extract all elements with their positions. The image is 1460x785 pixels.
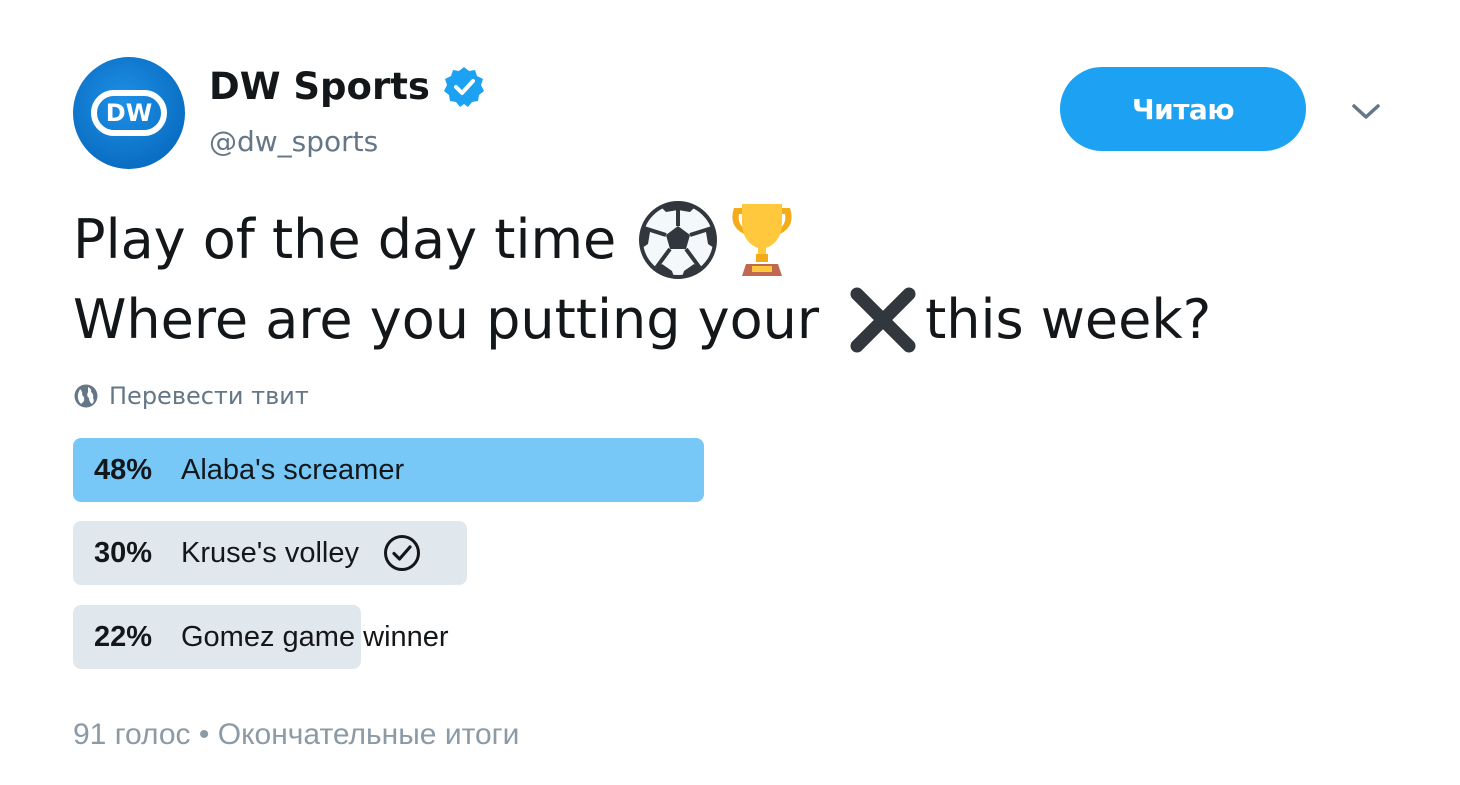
tweet-line-2: Where are you putting your this week? bbox=[73, 280, 1393, 360]
poll-option-percent: 48% bbox=[94, 453, 153, 486]
follow-button[interactable]: Читаю bbox=[1060, 67, 1306, 151]
poll-option-percent: 22% bbox=[94, 620, 153, 653]
translate-label: Перевести твит bbox=[109, 382, 309, 410]
poll-footer: 91 голос • Окончательные итоги bbox=[73, 716, 519, 754]
tweet-line-2-after: this week? bbox=[925, 288, 1212, 351]
dw-logo-icon: DW bbox=[91, 90, 167, 136]
translate-tweet-link[interactable]: Перевести твит bbox=[73, 380, 309, 412]
tweet-line-1: Play of the day time bbox=[73, 200, 1393, 280]
poll-option-percent: 30% bbox=[94, 536, 153, 569]
check-circle-icon bbox=[383, 534, 421, 572]
avatar[interactable]: DW bbox=[73, 57, 185, 169]
chevron-down-icon[interactable] bbox=[1348, 98, 1384, 124]
account-name-row: DW Sports bbox=[209, 64, 486, 110]
tweet-line-1-text: Play of the day time bbox=[73, 208, 617, 271]
poll-option: 30% Kruse's volley bbox=[73, 521, 973, 585]
verified-badge-icon bbox=[442, 65, 486, 109]
account-handle[interactable]: @dw_sports bbox=[209, 124, 378, 160]
poll-option-label: Alaba's screamer bbox=[181, 453, 405, 486]
poll-status: Окончательные итоги bbox=[217, 718, 520, 751]
tweet-line-2-before: Where are you putting your bbox=[73, 288, 820, 351]
cross-mark-icon bbox=[847, 284, 919, 356]
display-name[interactable]: DW Sports bbox=[209, 64, 430, 110]
tweet-text: Play of the day time Where are you putti… bbox=[73, 200, 1393, 360]
poll-vote-count: 91 голос bbox=[73, 718, 191, 751]
trophy-icon bbox=[722, 200, 802, 280]
poll-option: 22% Gomez game winner bbox=[73, 605, 973, 669]
poll-separator: • bbox=[198, 718, 210, 751]
svg-text:DW: DW bbox=[106, 99, 152, 127]
globe-icon bbox=[73, 383, 99, 409]
soccer-ball-icon bbox=[638, 200, 718, 280]
poll-option-label: Gomez game winner bbox=[181, 620, 449, 653]
poll-option: 48% Alaba's screamer bbox=[73, 438, 973, 502]
poll-option-label: Kruse's volley bbox=[181, 536, 359, 569]
